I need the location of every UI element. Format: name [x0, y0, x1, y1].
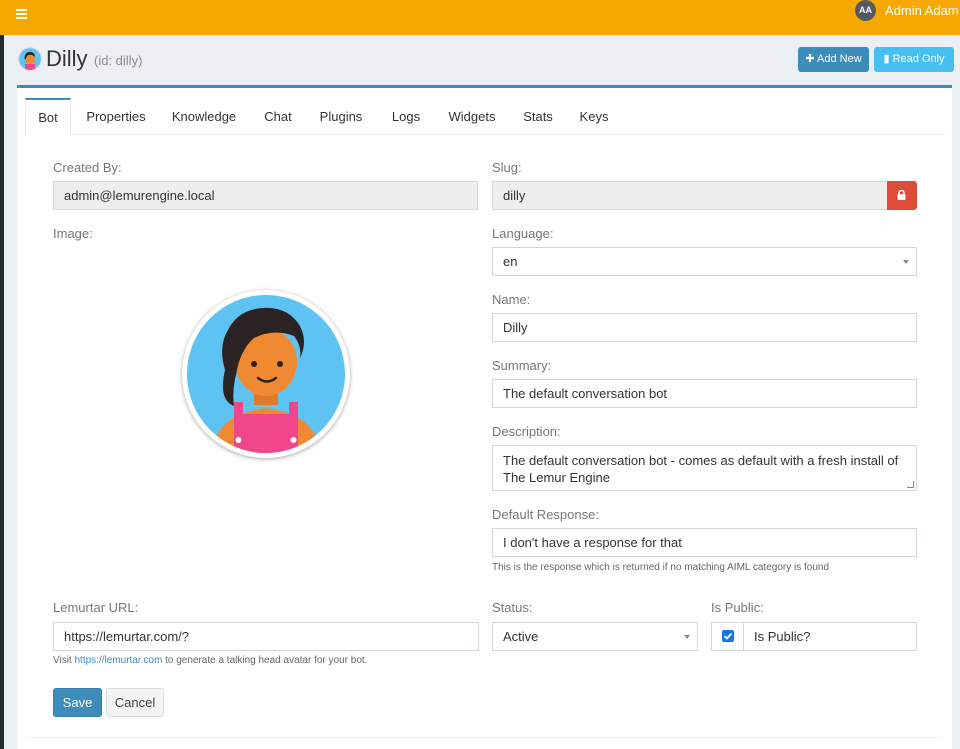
- description-label: Description:: [492, 424, 561, 439]
- read-only-button[interactable]: ▮ Read Only: [874, 47, 954, 72]
- lemurtar-url-input[interactable]: https://lemurtar.com/?: [53, 622, 479, 651]
- save-button[interactable]: Save: [53, 688, 102, 717]
- created-by-label: Created By:: [53, 160, 122, 175]
- summary-input[interactable]: The default conversation bot: [492, 379, 917, 408]
- hamburger-icon[interactable]: [16, 9, 28, 21]
- is-public-checkbox[interactable]: [722, 630, 734, 642]
- bot-avatar-icon: [19, 48, 41, 70]
- default-response-label: Default Response:: [492, 507, 599, 522]
- bot-edit-panel: Bot Properties Knowledge Chat Plugins Lo…: [17, 85, 952, 749]
- chevron-down-icon: [684, 635, 690, 639]
- book-icon: ▮: [883, 53, 890, 65]
- tab-stats[interactable]: Stats: [520, 98, 556, 135]
- lock-icon: [897, 190, 906, 200]
- lemurtar-help-pre: Visit: [53, 655, 75, 666]
- description-value: The default conversation bot - comes as …: [503, 453, 899, 485]
- content-header: Dilly (id: dilly) ✚ Add New ▮ Read Only: [4, 35, 960, 85]
- tab-chat[interactable]: Chat: [261, 98, 295, 135]
- read-only-label: Read Only: [892, 53, 945, 65]
- tab-properties[interactable]: Properties: [81, 98, 151, 135]
- tab-widgets[interactable]: Widgets: [444, 98, 500, 135]
- lemurtar-help-text: Visit https://lemurtar.com to generate a…: [53, 655, 367, 666]
- chevron-down-icon: [903, 260, 909, 264]
- unlock-slug-button[interactable]: [887, 181, 917, 210]
- default-response-input[interactable]: I don't have a response for that: [492, 528, 917, 557]
- user-name[interactable]: Admin Adam: [885, 3, 959, 18]
- sidebar-edge: [0, 35, 4, 749]
- resize-handle[interactable]: [907, 481, 914, 488]
- is-public-label: Is Public:: [711, 600, 764, 615]
- default-response-help: This is the response which is returned i…: [492, 562, 830, 573]
- language-value: en: [503, 254, 518, 269]
- page-subtitle: (id: dilly): [94, 53, 143, 68]
- bot-avatar-image: [182, 290, 350, 458]
- check-icon: [723, 632, 733, 640]
- tab-plugins[interactable]: Plugins: [316, 98, 366, 135]
- status-select[interactable]: Active: [492, 622, 698, 651]
- created-by-field: admin@lemurengine.local: [53, 181, 478, 210]
- cancel-button[interactable]: Cancel: [106, 688, 164, 717]
- tab-logs[interactable]: Logs: [389, 98, 423, 135]
- image-label: Image:: [53, 226, 93, 241]
- name-label: Name:: [492, 292, 531, 307]
- tab-bar: Bot Properties Knowledge Chat Plugins Lo…: [25, 98, 945, 136]
- plus-icon: ✚: [805, 53, 815, 65]
- divider: [27, 737, 942, 738]
- user-avatar[interactable]: AA: [855, 0, 876, 21]
- add-new-button[interactable]: ✚ Add New: [798, 47, 869, 72]
- status-value: Active: [503, 629, 539, 644]
- tab-bot[interactable]: Bot: [25, 98, 71, 136]
- language-label: Language:: [492, 226, 554, 241]
- status-label: Status:: [492, 600, 533, 615]
- lemurtar-link[interactable]: https://lemurtar.com: [75, 655, 163, 666]
- add-new-label: Add New: [817, 53, 862, 65]
- page-title: Dilly: [46, 46, 88, 71]
- slug-field: dilly: [492, 181, 888, 210]
- description-textarea[interactable]: The default conversation bot - comes as …: [492, 445, 917, 491]
- lemurtar-help-post: to generate a talking head avatar for yo…: [162, 655, 368, 666]
- name-input[interactable]: Dilly: [492, 313, 917, 342]
- is-public-checkbox-label: Is Public?: [754, 629, 811, 644]
- is-public-group: Is Public?: [711, 622, 917, 651]
- language-select[interactable]: en: [492, 247, 917, 276]
- is-public-addon: [712, 623, 744, 650]
- top-navbar: AA Admin Adam: [0, 0, 960, 35]
- tab-keys[interactable]: Keys: [577, 98, 611, 135]
- tab-knowledge[interactable]: Knowledge: [167, 98, 241, 135]
- summary-label: Summary:: [492, 358, 552, 373]
- slug-label: Slug:: [492, 160, 522, 175]
- lemurtar-url-label: Lemurtar URL:: [53, 600, 139, 615]
